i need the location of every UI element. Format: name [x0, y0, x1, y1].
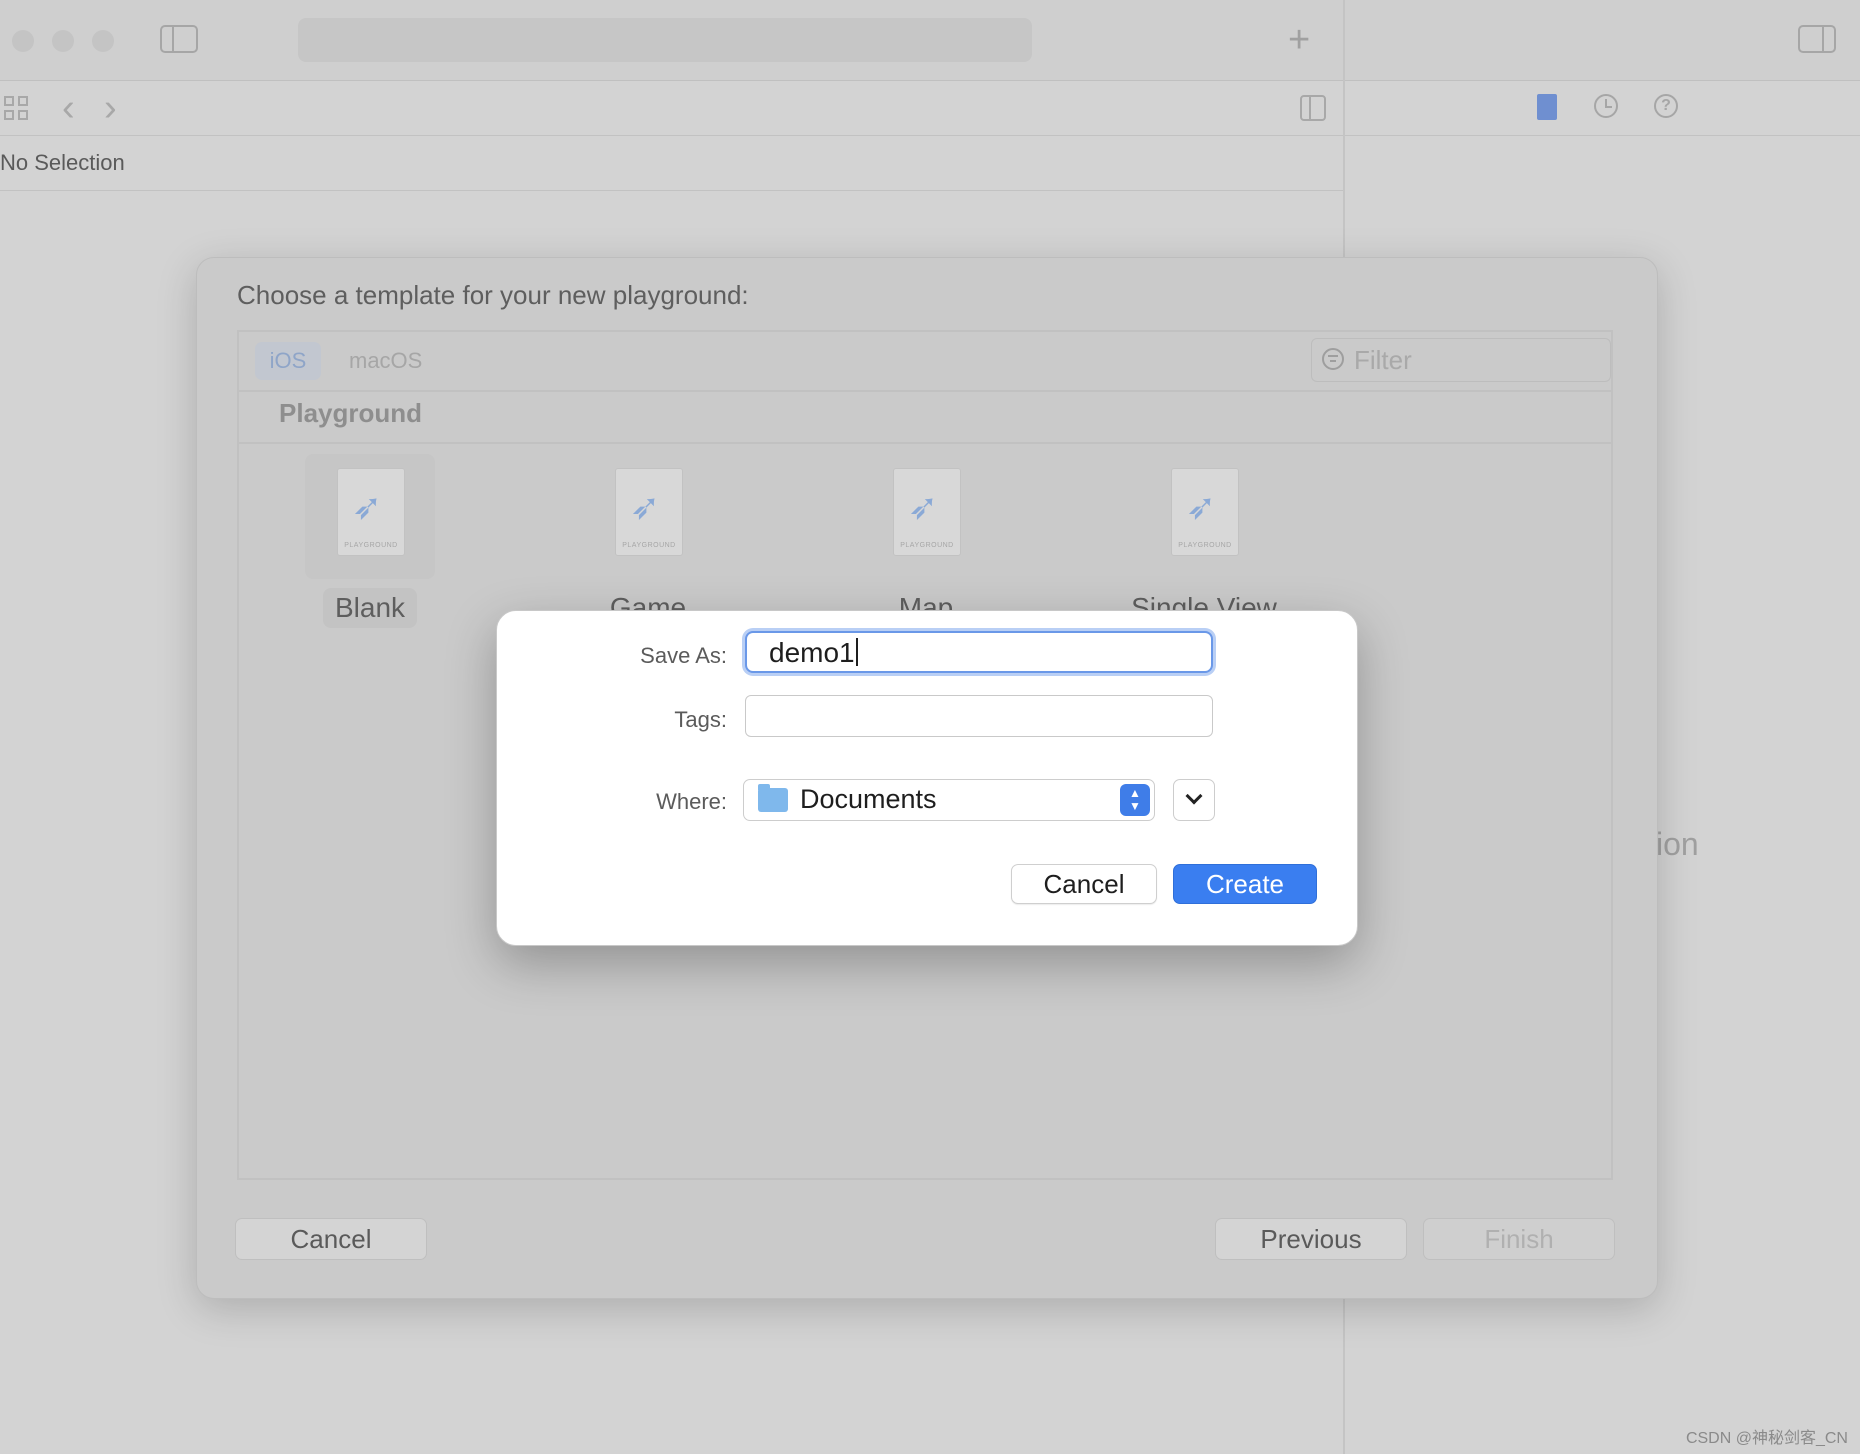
template-map[interactable]: ➶ PLAYGROUND Map	[861, 454, 991, 623]
swift-bird-icon: ➶	[908, 486, 939, 527]
tab-ios[interactable]: iOS	[255, 342, 321, 380]
playground-file-icon: ➶ PLAYGROUND	[1171, 468, 1239, 556]
platform-tabs: iOS macOS Filter	[239, 332, 1611, 392]
swift-bird-icon: ➶	[1186, 486, 1217, 527]
history-inspector-icon[interactable]	[1594, 94, 1618, 118]
save-as-label: Save As:	[640, 643, 727, 668]
navigator-toggle-icon[interactable]	[160, 25, 198, 53]
previous-button[interactable]: Previous	[1215, 1218, 1407, 1260]
quick-help-icon[interactable]: ?	[1654, 94, 1678, 118]
icon-caption: PLAYGROUND	[344, 542, 398, 549]
where-value: Documents	[800, 784, 937, 814]
expand-chevron-down-icon[interactable]	[1173, 779, 1215, 821]
icon-caption: PLAYGROUND	[900, 542, 954, 549]
watermark: CSDN @神秘剑客_CN	[1685, 1430, 1848, 1447]
file-inspector-icon[interactable]	[1537, 94, 1557, 120]
playground-file-icon: ➶ PLAYGROUND	[893, 468, 961, 556]
divider	[0, 190, 1343, 191]
filter-placeholder: Filter	[1354, 345, 1412, 375]
icon-caption: PLAYGROUND	[1178, 542, 1232, 549]
section-label: Playground	[279, 398, 423, 428]
minimize-window-button[interactable]	[52, 30, 74, 52]
finish-button: Finish	[1423, 1218, 1615, 1260]
swift-bird-icon: ➶	[352, 486, 383, 527]
filter-icon	[1322, 348, 1344, 370]
filter-field[interactable]: Filter	[1311, 338, 1611, 382]
add-library-icon[interactable]: +	[1288, 18, 1310, 62]
section-header: Playground	[239, 390, 1611, 444]
template-game[interactable]: ➶ PLAYGROUND Game	[583, 454, 713, 623]
jump-bar	[0, 81, 1343, 136]
related-items-grid-icon[interactable]	[4, 96, 30, 122]
tab-macos[interactable]: macOS	[349, 342, 422, 380]
swift-bird-icon: ➶	[630, 486, 661, 527]
template-name: Blank	[322, 588, 418, 628]
cancel-button[interactable]: Cancel	[1011, 864, 1157, 904]
add-editor-icon[interactable]	[1300, 95, 1326, 121]
close-window-button[interactable]	[12, 30, 34, 52]
save-dialog: Save As: demo1 Tags: Where: Documents ▲ ▼…	[496, 610, 1358, 946]
activity-viewer	[298, 18, 1032, 62]
tags-field[interactable]	[745, 695, 1213, 737]
save-as-value: demo1	[769, 637, 858, 669]
sheet-title: Choose a template for your new playgroun…	[237, 280, 749, 310]
forward-chevron-icon[interactable]: ›	[104, 88, 117, 128]
playground-file-icon: ➶ PLAYGROUND	[615, 468, 683, 556]
template-single-view[interactable]: ➶ PLAYGROUND Single View	[1131, 454, 1277, 623]
text-caret	[855, 638, 858, 666]
popup-stepper-icon: ▲ ▼	[1120, 784, 1150, 816]
save-as-field[interactable]: demo1	[745, 631, 1213, 673]
where-label: Where:	[656, 789, 727, 814]
folder-icon	[758, 784, 788, 812]
no-selection-label: No Selection	[0, 150, 125, 175]
playground-file-icon: ➶ PLAYGROUND	[337, 468, 405, 556]
back-chevron-icon[interactable]: ‹	[62, 88, 75, 128]
tags-label: Tags:	[674, 707, 727, 732]
sheet-cancel-button[interactable]: Cancel	[235, 1218, 427, 1260]
inspector-placeholder-text: ion	[1656, 826, 1699, 862]
where-popup[interactable]: Documents ▲ ▼	[743, 779, 1155, 821]
zoom-window-button[interactable]	[92, 30, 114, 52]
inspector-toggle-icon[interactable]	[1798, 25, 1836, 53]
template-blank[interactable]: ➶ PLAYGROUND Blank	[305, 454, 435, 628]
create-button[interactable]: Create	[1173, 864, 1317, 904]
icon-caption: PLAYGROUND	[622, 542, 676, 549]
